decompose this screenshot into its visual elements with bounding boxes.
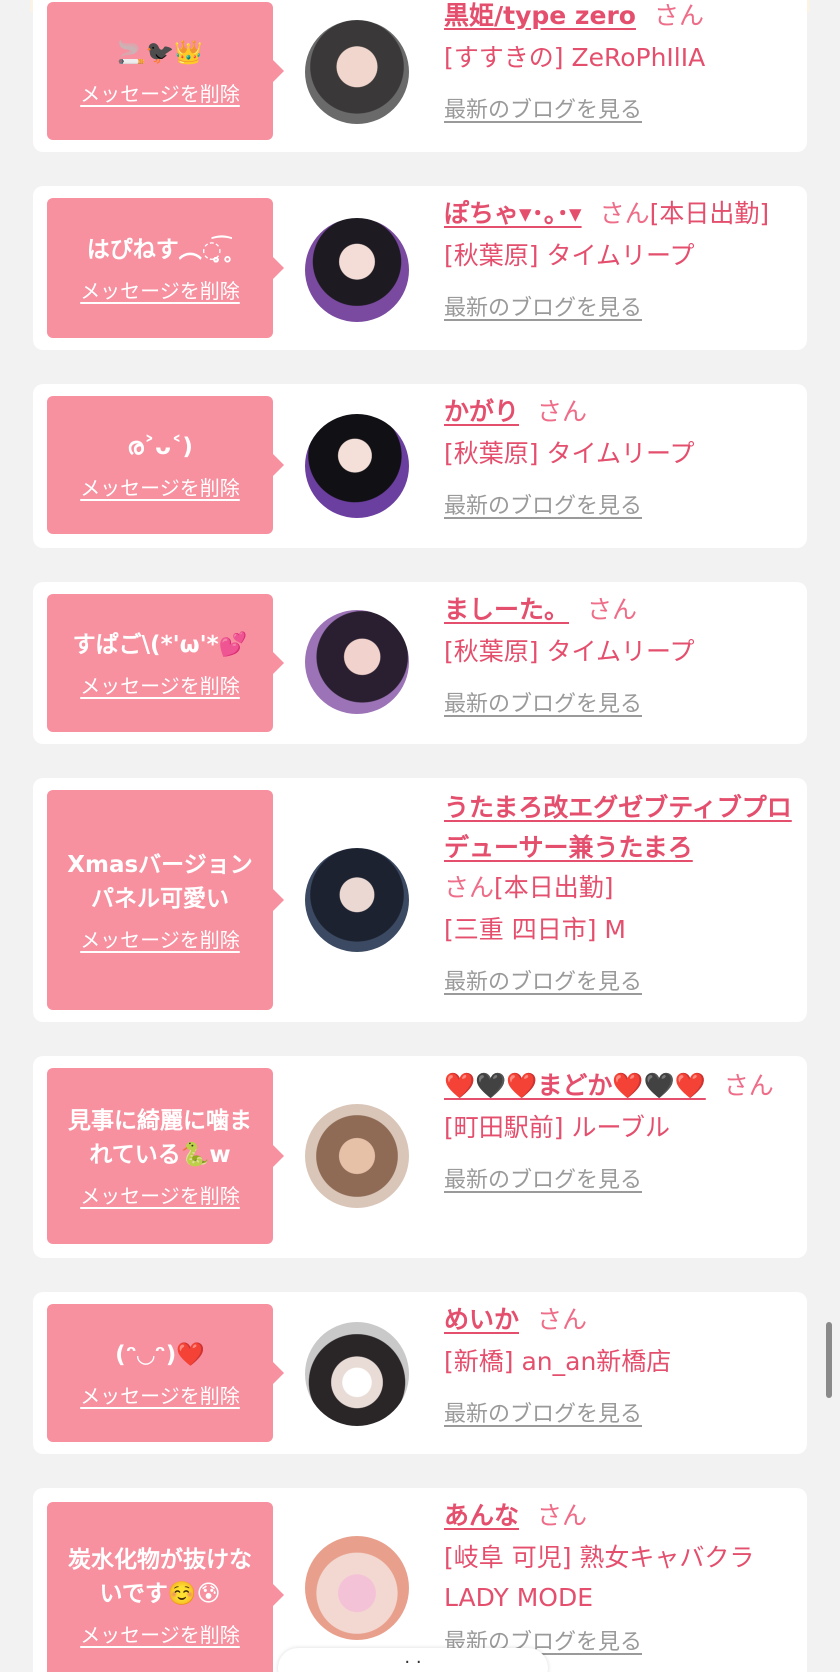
latest-blog-link[interactable]: 最新のブログを見る bbox=[444, 92, 642, 124]
avatar[interactable] bbox=[305, 1536, 409, 1640]
message-bubble: 炭水化物が抜けな いです☺️😰 メッセージを削除 bbox=[47, 1502, 284, 1672]
shop-name: [三重 四日市] M bbox=[444, 915, 626, 944]
delete-message-link[interactable]: メッセージを削除 bbox=[80, 275, 240, 304]
user-name-link[interactable]: ❤️🖤❤️まどか❤️🖤❤️ bbox=[444, 1071, 706, 1100]
shop-name: [秋葉原] タイムリープ bbox=[444, 637, 695, 666]
message-bubble: ര˃ᴗ˂) メッセージを削除 bbox=[47, 396, 284, 534]
user-name-link[interactable]: うたまろ改エグゼブティブプロデューサー兼うたまろ bbox=[444, 793, 792, 862]
delete-message-link[interactable]: メッセージを削除 bbox=[80, 924, 240, 953]
message-bubble: すぱご\(*'ω'*💕 メッセージを削除 bbox=[47, 594, 284, 732]
honorific: さん bbox=[444, 873, 495, 902]
avatar[interactable] bbox=[305, 848, 409, 952]
message-text: ര˃ᴗ˂) bbox=[127, 433, 193, 460]
honorific: さん bbox=[599, 199, 650, 228]
shift-status: [本日出勤] bbox=[494, 873, 614, 902]
message-card: すぱご\(*'ω'*💕 メッセージを削除 ましーた。 さん [秋葉原] タイムリー… bbox=[33, 582, 807, 744]
user-name-link[interactable]: かがり bbox=[444, 397, 519, 426]
delete-message-link[interactable]: メッセージを削除 bbox=[80, 1619, 240, 1648]
shop-name: [秋葉原] タイムリープ bbox=[444, 241, 695, 270]
avatar[interactable] bbox=[305, 1322, 409, 1426]
latest-blog-link[interactable]: 最新のブログを見る bbox=[444, 686, 642, 718]
user-name-link[interactable]: めいか bbox=[444, 1305, 519, 1334]
avatar[interactable] bbox=[305, 414, 409, 518]
avatar[interactable] bbox=[305, 20, 409, 124]
message-text: 見事に綺麗に噛ま れている🐍w bbox=[68, 1107, 252, 1168]
message-text: はぴねす︵◌̥̥̥̥̥̥̥̥̥̥̥̥̥̥̥̥̥̥̥̥̥̥̥̥̥͡˳ bbox=[86, 236, 234, 263]
message-card: 🚬🐦‍⬛👑 メッセージを削除 黒姫/type zero さん [すすきの] ZeR… bbox=[33, 0, 807, 152]
shift-status: [本日出勤] bbox=[649, 199, 770, 228]
honorific: さん bbox=[537, 1305, 588, 1334]
delete-message-link[interactable]: メッセージを削除 bbox=[80, 78, 240, 107]
shop-name: [秋葉原] タイムリープ bbox=[444, 439, 695, 468]
avatar[interactable] bbox=[305, 218, 409, 322]
honorific: さん bbox=[537, 397, 588, 426]
honorific: さん bbox=[653, 1, 704, 30]
latest-blog-link[interactable]: 最新のブログを見る bbox=[444, 290, 642, 322]
message-card: (ᵔ◡ᵔ)❤️ メッセージを削除 めいか さん [新橋] an_an新橋店 最新の… bbox=[33, 1292, 807, 1454]
avatar[interactable] bbox=[305, 610, 409, 714]
user-name-link[interactable]: ぽちゃ▾･｡･▾ bbox=[444, 199, 582, 228]
shop-name: [岐阜 可児] 熟女キャバクラ LADY MODE bbox=[444, 1543, 755, 1612]
message-bubble: 🚬🐦‍⬛👑 メッセージを削除 bbox=[47, 2, 284, 140]
latest-blog-link[interactable]: 最新のブログを見る bbox=[444, 964, 642, 996]
message-list-page: 🚬🐦‍⬛👑 メッセージを削除 黒姫/type zero さん [すすきの] ZeR… bbox=[0, 0, 840, 1672]
honorific: さん bbox=[537, 1501, 588, 1530]
message-text: (ᵔ◡ᵔ)❤️ bbox=[115, 1341, 205, 1368]
message-card: 炭水化物が抜けな いです☺️😰 メッセージを削除 あんな さん [岐阜 可児] 熟… bbox=[33, 1488, 807, 1672]
latest-blog-link[interactable]: 最新のブログを見る bbox=[444, 1162, 642, 1194]
message-text: すぱご\(*'ω'*💕 bbox=[72, 631, 248, 658]
message-text: 🚬🐦‍⬛👑 bbox=[117, 39, 203, 66]
message-card: はぴねす︵◌̥̥̥̥̥̥̥̥̥̥̥̥̥̥̥̥̥̥̥̥̥̥̥̥̥͡˳ メッセージを… bbox=[33, 186, 807, 350]
message-card: ര˃ᴗ˂) メッセージを削除 かがり さん [秋葉原] タイムリープ 最新のブログ… bbox=[33, 384, 807, 548]
user-name-link[interactable]: あんな bbox=[444, 1501, 519, 1530]
latest-blog-link[interactable]: 最新のブログを見る bbox=[444, 1396, 642, 1428]
delete-message-link[interactable]: メッセージを削除 bbox=[80, 472, 240, 501]
message-bubble: 見事に綺麗に噛ま れている🐍w メッセージを削除 bbox=[47, 1068, 284, 1244]
avatar[interactable] bbox=[305, 1104, 409, 1208]
bottom-toolbar[interactable]: · · bbox=[278, 1648, 548, 1672]
message-text: Xmasバージョン パネル可愛い bbox=[67, 851, 253, 912]
delete-message-link[interactable]: メッセージを削除 bbox=[80, 670, 240, 699]
honorific: さん bbox=[723, 1071, 774, 1100]
message-bubble: はぴねす︵◌̥̥̥̥̥̥̥̥̥̥̥̥̥̥̥̥̥̥̥̥̥̥̥̥̥͡˳ メッセージを… bbox=[47, 198, 284, 338]
shop-name: [新橋] an_an新橋店 bbox=[444, 1347, 672, 1376]
message-card: 見事に綺麗に噛ま れている🐍w メッセージを削除 ❤️🖤❤️まどか❤️🖤❤️ さん… bbox=[33, 1056, 807, 1258]
delete-message-link[interactable]: メッセージを削除 bbox=[80, 1380, 240, 1409]
user-name-link[interactable]: 黒姫/type zero bbox=[444, 1, 636, 30]
message-text: 炭水化物が抜けな いです☺️😰 bbox=[68, 1546, 252, 1607]
scrollbar[interactable] bbox=[826, 1322, 832, 1398]
shop-name: [すすきの] ZeRoPhIlIA bbox=[444, 43, 706, 72]
latest-blog-link[interactable]: 最新のブログを見る bbox=[444, 488, 642, 520]
honorific: さん bbox=[587, 595, 638, 624]
message-card: Xmasバージョン パネル可愛い メッセージを削除 うたまろ改エグゼブティブプロ… bbox=[33, 778, 807, 1022]
delete-message-link[interactable]: メッセージを削除 bbox=[80, 1180, 240, 1209]
user-name-link[interactable]: ましーた。 bbox=[444, 595, 569, 624]
shop-name: [町田駅前] ルーブル bbox=[444, 1113, 670, 1142]
message-bubble: (ᵔ◡ᵔ)❤️ メッセージを削除 bbox=[47, 1304, 284, 1442]
message-bubble: Xmasバージョン パネル可愛い メッセージを削除 bbox=[47, 790, 284, 1010]
